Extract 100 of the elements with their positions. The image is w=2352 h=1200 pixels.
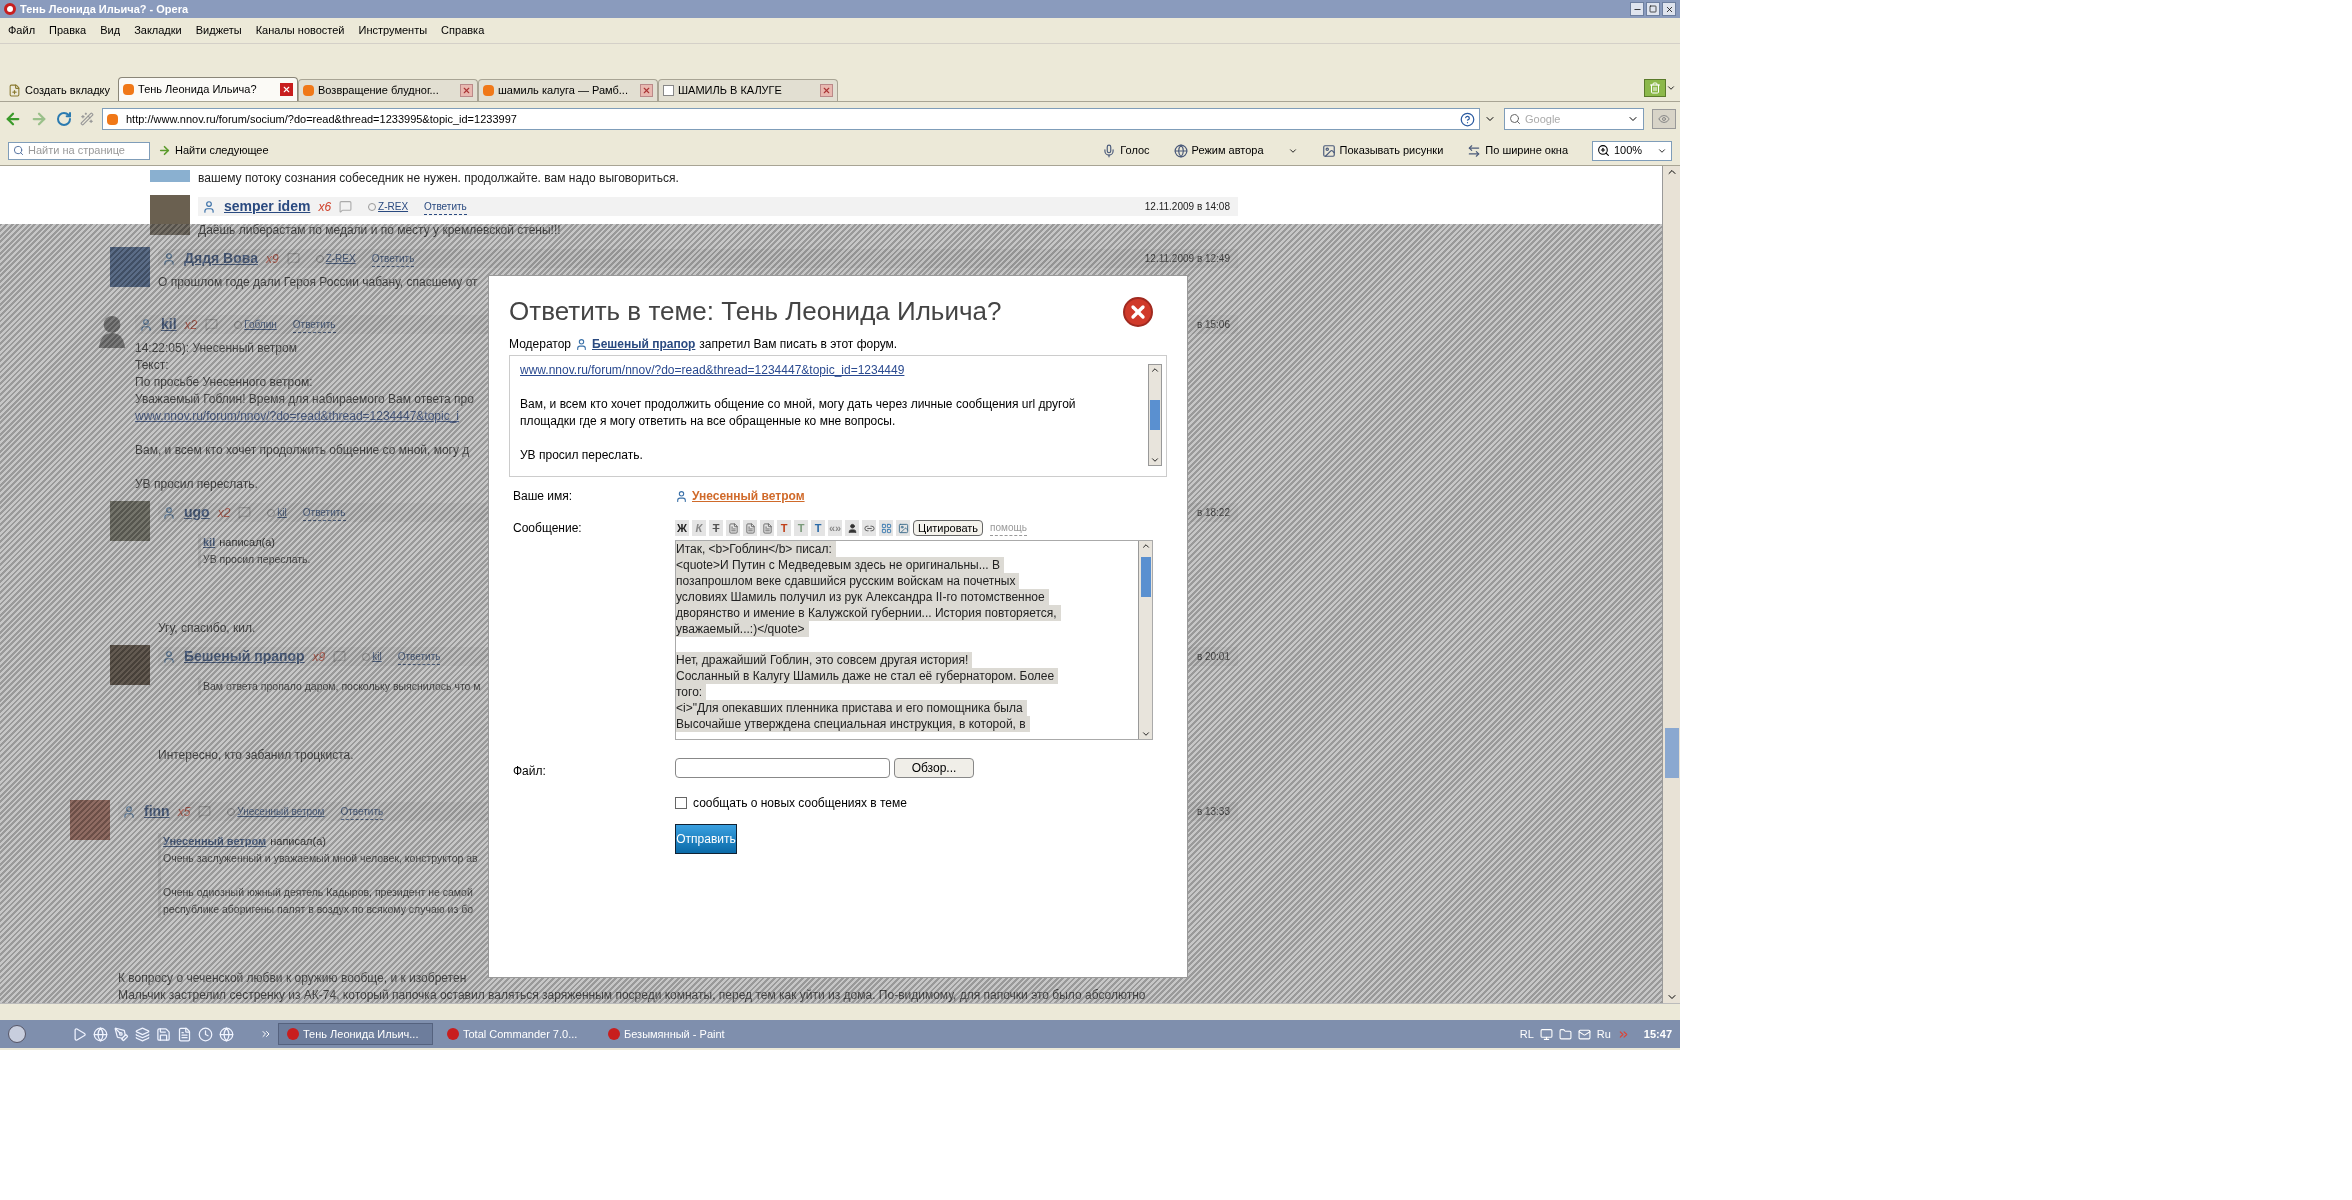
search-field[interactable]: Google bbox=[1504, 108, 1644, 130]
taskbar-button[interactable]: Total Commander 7.0... bbox=[439, 1023, 594, 1045]
browser-tab[interactable]: Тень Леонида Ильича? bbox=[118, 77, 299, 101]
link-button[interactable] bbox=[862, 520, 876, 536]
menu-item[interactable]: Справка bbox=[441, 22, 485, 39]
strikethrough-button[interactable]: Т bbox=[709, 520, 723, 536]
document-button[interactable] bbox=[743, 520, 757, 536]
reply-link[interactable]: Ответить bbox=[424, 198, 467, 215]
find-next-button[interactable]: Найти следующее bbox=[158, 142, 269, 159]
scroll-down-icon[interactable] bbox=[1140, 729, 1151, 739]
help-icon[interactable] bbox=[1460, 111, 1475, 127]
tray-text[interactable]: RL bbox=[1519, 1025, 1534, 1043]
username-link[interactable]: Унесенный ветром bbox=[692, 487, 805, 505]
tray-text[interactable]: Ru bbox=[1596, 1025, 1611, 1043]
browse-button[interactable]: Обзор... bbox=[894, 758, 974, 778]
author-link[interactable]: Бешеный прапор bbox=[184, 646, 305, 667]
network-icon[interactable] bbox=[1539, 1027, 1553, 1041]
scroll-thumb[interactable] bbox=[1150, 400, 1160, 430]
author-link[interactable]: Дядя Вова bbox=[184, 248, 258, 269]
quick-launch-icon[interactable] bbox=[219, 1026, 234, 1042]
tab-close-icon[interactable] bbox=[820, 84, 834, 97]
quoted-author-link[interactable]: Унесенный ветром bbox=[163, 833, 267, 850]
new-tab-button[interactable]: Создать вкладку bbox=[4, 79, 115, 101]
browser-tab[interactable]: шамиль калуга — Рамб... bbox=[478, 79, 659, 101]
reply-link[interactable]: Ответить bbox=[292, 316, 336, 333]
taskbar-button[interactable]: Тень Леонида Ильич... bbox=[278, 1023, 433, 1045]
author-link[interactable]: kil bbox=[161, 314, 177, 335]
scroll-up-icon[interactable] bbox=[1150, 365, 1160, 375]
reply-link[interactable]: Ответить bbox=[302, 504, 346, 521]
browser-tab[interactable]: Возвращение блудног... bbox=[298, 79, 479, 101]
submit-button[interactable]: Отправить bbox=[675, 824, 737, 854]
toolbar-button[interactable]: По ширине окна bbox=[1467, 142, 1568, 159]
quick-launch-icon[interactable] bbox=[156, 1026, 171, 1042]
text-color-button[interactable]: Т bbox=[811, 520, 825, 536]
comment-icon[interactable] bbox=[286, 252, 300, 265]
reload-icon[interactable] bbox=[56, 111, 72, 127]
scrollbar[interactable] bbox=[1148, 364, 1162, 466]
menu-item[interactable]: Инструменты bbox=[358, 22, 428, 39]
tab-close-icon[interactable] bbox=[280, 83, 294, 96]
message-field[interactable]: Итак, <b>Гоблин</b> писал: <quote>И Путин с Медведевым здесь не оригинальны... В позапрошлом веке сдавшийся русским войскам на почетных условиях Шамиль получил из рук Александра II-го потомственное дворянство и имение в Калужской губернии... История повторяется, уважаемый...:)</quote> Нет, дражайший Гоблин, это совсем другая история! Сосланный в Калугу Шамиль даже не стал её губернатором. Более того: <i>"Для опекавших пленника пристава и его помощника была Высочайше утверждена специальная инструкция, в которой, в bbox=[675, 540, 1153, 740]
comment-icon[interactable] bbox=[238, 506, 252, 519]
minimize-button[interactable] bbox=[1630, 2, 1644, 16]
tab-close-icon[interactable] bbox=[640, 84, 654, 97]
menu-item[interactable]: Каналы новостей bbox=[255, 22, 345, 39]
tray-app-icon[interactable] bbox=[1577, 1027, 1591, 1041]
panel-toggle-icon[interactable] bbox=[1652, 109, 1676, 129]
document-button[interactable] bbox=[726, 520, 740, 536]
reply-to-link[interactable]: kil bbox=[277, 505, 287, 520]
forward-icon[interactable] bbox=[30, 110, 48, 128]
quick-launch-icon[interactable] bbox=[135, 1026, 150, 1042]
reply-to-link[interactable]: Z-REX bbox=[378, 199, 409, 214]
subscribe-checkbox[interactable] bbox=[675, 797, 687, 809]
more-icon[interactable] bbox=[260, 1028, 272, 1040]
start-icon[interactable] bbox=[8, 1025, 26, 1043]
scroll-down-icon[interactable] bbox=[1150, 455, 1160, 465]
trash-icon[interactable] bbox=[1644, 79, 1666, 97]
comment-icon[interactable] bbox=[339, 200, 353, 213]
tab-close-icon[interactable] bbox=[460, 84, 474, 97]
taskbar-button[interactable]: Безымянный - Paint bbox=[600, 1023, 755, 1045]
close-button[interactable] bbox=[1123, 296, 1153, 327]
address-field[interactable]: http://www.nnov.ru/forum/socium/?do=read&thread=1233995&topic_id=1233997 bbox=[102, 108, 1480, 130]
find-field[interactable]: Найти на странице bbox=[8, 141, 150, 160]
table-button[interactable] bbox=[879, 520, 893, 536]
quote-button[interactable]: Цитировать bbox=[913, 520, 984, 536]
help-link[interactable]: помощь bbox=[990, 520, 1027, 536]
reply-link[interactable]: Ответить bbox=[340, 803, 384, 820]
quick-launch-icon[interactable] bbox=[72, 1026, 87, 1042]
comment-icon[interactable] bbox=[205, 318, 219, 331]
quoted-link[interactable]: www.nnov.ru/forum/nnov/?do=read&thread=1234447&topic_id=1234449 bbox=[520, 362, 1148, 379]
author-link[interactable]: ugo bbox=[184, 502, 210, 523]
text-color-button[interactable]: Т bbox=[777, 520, 791, 536]
quoted-author-link[interactable]: kil bbox=[203, 534, 216, 551]
reply-to-link[interactable]: Гоблин bbox=[244, 317, 277, 332]
menu-item[interactable]: Вид bbox=[100, 22, 121, 39]
reply-to-link[interactable]: Унесенный ветром bbox=[237, 804, 325, 819]
text-color-button[interactable]: Т bbox=[794, 520, 808, 536]
scroll-thumb[interactable] bbox=[1664, 728, 1679, 778]
quick-launch-icon[interactable] bbox=[198, 1026, 213, 1042]
document-button[interactable] bbox=[760, 520, 774, 536]
bold-button[interactable]: Ж bbox=[675, 520, 689, 536]
scroll-up-icon[interactable] bbox=[1140, 541, 1151, 551]
menu-item[interactable]: Виджеты bbox=[195, 22, 242, 39]
italic-button[interactable]: К bbox=[692, 520, 706, 536]
toolbar-button[interactable]: Голос bbox=[1102, 142, 1150, 159]
user-button[interactable] bbox=[845, 520, 859, 536]
quick-launch-icon[interactable] bbox=[114, 1026, 129, 1042]
tray-app-icon[interactable] bbox=[1558, 1027, 1572, 1041]
reply-to-link[interactable]: Z-REX bbox=[325, 251, 356, 266]
toolbar-button[interactable]: Режим автора bbox=[1173, 142, 1264, 159]
reply-link[interactable]: Ответить bbox=[397, 648, 441, 665]
author-link[interactable]: finn bbox=[144, 801, 170, 822]
close-button[interactable] bbox=[1662, 2, 1676, 16]
image-button[interactable] bbox=[896, 520, 910, 536]
menu-item[interactable]: Правка bbox=[49, 22, 87, 39]
comment-icon[interactable] bbox=[333, 650, 347, 663]
toolbar-button[interactable]: Показывать рисунки bbox=[1321, 142, 1444, 159]
wand-icon[interactable] bbox=[80, 112, 94, 126]
menu-item[interactable]: Файл bbox=[8, 22, 36, 39]
zoom-field[interactable]: 100% bbox=[1592, 140, 1672, 161]
post-link[interactable]: www.nnov.ru/forum/nnov/?do=read&thread=1234447&topic_i bbox=[135, 408, 459, 425]
